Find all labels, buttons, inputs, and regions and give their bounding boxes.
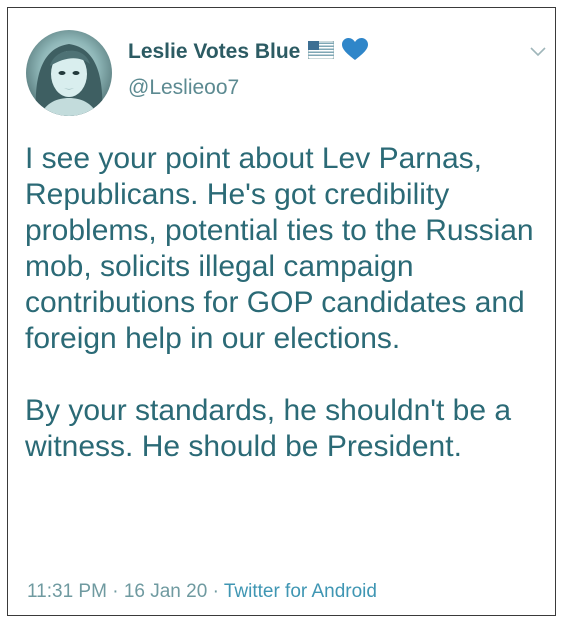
tweet-card: Leslie Votes Blue @Leslieoo7 I see your … bbox=[7, 7, 556, 616]
blue-heart-icon bbox=[342, 38, 369, 66]
name-row: Leslie Votes Blue bbox=[128, 38, 369, 66]
display-name[interactable]: Leslie Votes Blue bbox=[128, 40, 300, 64]
avatar[interactable] bbox=[26, 30, 112, 116]
separator: · bbox=[212, 581, 219, 602]
tweet-source[interactable]: Twitter for Android bbox=[224, 581, 377, 602]
tweet-time[interactable]: 11:31 PM bbox=[27, 581, 107, 602]
separator: · bbox=[112, 581, 119, 602]
tweet-meta: 11:31 PM · 16 Jan 20 · Twitter for Andro… bbox=[27, 581, 377, 603]
tweet-paragraph: By your standards, he shouldn't be a wit… bbox=[25, 394, 512, 463]
chevron-down-icon[interactable] bbox=[530, 44, 546, 62]
tweet-text: I see your point about Lev Parnas, Repub… bbox=[25, 141, 550, 465]
tweet-date[interactable]: 16 Jan 20 bbox=[124, 581, 207, 602]
user-handle[interactable]: @Leslieoo7 bbox=[128, 76, 239, 100]
us-flag-icon bbox=[307, 40, 335, 64]
tweet-paragraph: I see your point about Lev Parnas, Repub… bbox=[25, 142, 534, 355]
